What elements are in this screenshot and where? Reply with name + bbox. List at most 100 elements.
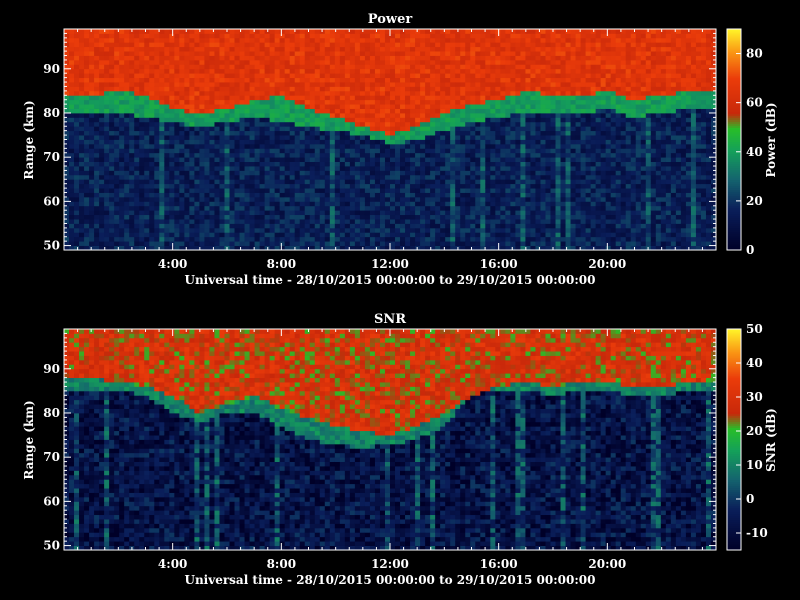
heatmap-cell — [430, 112, 436, 118]
heatmap-cell — [344, 223, 351, 229]
heatmap-cell — [259, 77, 266, 83]
heatmap-cell — [339, 205, 346, 211]
heatmap-cell — [244, 29, 250, 34]
heatmap-cell — [480, 148, 486, 154]
heatmap-cell — [99, 59, 105, 65]
heatmap-cell — [520, 64, 526, 70]
heatmap-cell — [149, 95, 155, 101]
heatmap-cell — [525, 214, 531, 220]
heatmap-cell — [249, 46, 255, 52]
heatmap-cell — [74, 42, 80, 48]
heatmap-cell — [84, 205, 90, 211]
heatmap-cell — [545, 82, 551, 87]
heatmap-cell — [390, 161, 396, 167]
heatmap-cell — [89, 241, 95, 246]
heatmap-cell — [400, 183, 406, 189]
heatmap-cell — [239, 108, 245, 114]
heatmap-cell — [384, 59, 391, 65]
heatmap-cell — [219, 179, 225, 185]
heatmap-cell — [194, 135, 200, 140]
heatmap-cell — [119, 95, 125, 101]
heatmap-cell — [374, 82, 381, 87]
heatmap-cell — [279, 130, 286, 136]
heatmap-cell — [555, 157, 561, 162]
heatmap-cell — [199, 210, 205, 216]
heatmap-cell — [465, 205, 471, 211]
heatmap-cell — [239, 179, 245, 185]
heatmap-cell — [164, 37, 170, 43]
heatmap-cell — [299, 64, 306, 70]
heatmap-cell — [329, 121, 336, 127]
heatmap-cell — [485, 82, 491, 87]
heatmap-cell — [109, 121, 115, 127]
heatmap-cell — [359, 108, 366, 114]
heatmap-cell — [475, 37, 481, 43]
heatmap-cell — [535, 196, 541, 202]
heatmap-cell — [134, 166, 140, 171]
heatmap-cell — [219, 170, 225, 176]
heatmap-cell — [480, 51, 486, 56]
heatmap-cell — [299, 143, 306, 149]
heatmap-cell — [405, 29, 411, 34]
heatmap-cell — [410, 227, 416, 233]
heatmap-cell — [194, 188, 200, 193]
heatmap-cell — [430, 201, 436, 207]
heatmap-cell — [94, 152, 100, 158]
heatmap-cell — [179, 108, 185, 114]
heatmap-cell — [490, 205, 496, 211]
heatmap-cell — [284, 82, 291, 87]
heatmap-cell — [94, 117, 100, 123]
heatmap-cell — [540, 68, 546, 74]
heatmap-cell — [329, 201, 336, 207]
heatmap-cell — [395, 117, 401, 123]
heatmap-cell — [510, 143, 516, 149]
heatmap-cell — [384, 166, 391, 171]
heatmap-cell — [395, 214, 401, 220]
heatmap-cell — [284, 86, 291, 92]
heatmap-cell — [169, 42, 175, 48]
heatmap-cell — [440, 135, 446, 140]
heatmap-cell — [329, 236, 336, 242]
heatmap-cell — [144, 183, 150, 189]
heatmap-cell — [314, 112, 321, 118]
heatmap-cell — [144, 232, 150, 238]
heatmap-cell — [560, 77, 566, 83]
heatmap-cell — [109, 205, 115, 211]
heatmap-cell — [530, 157, 536, 162]
heatmap-cell — [289, 179, 296, 185]
heatmap-cell — [234, 130, 240, 136]
heatmap-cell — [234, 183, 240, 189]
heatmap-cell — [405, 104, 411, 109]
heatmap-cell — [99, 170, 105, 176]
heatmap-cell — [149, 236, 155, 242]
heatmap-cell — [114, 214, 120, 220]
heatmap-cell — [194, 232, 200, 238]
heatmap-cell — [344, 90, 351, 96]
heatmap-cell — [239, 42, 245, 48]
heatmap-cell — [139, 33, 145, 39]
heatmap-cell — [465, 46, 471, 52]
heatmap-cell — [144, 95, 150, 101]
heatmap-cell — [144, 139, 150, 145]
heatmap-cell — [299, 130, 306, 136]
heatmap-cell — [314, 108, 321, 114]
heatmap-cell — [319, 59, 326, 65]
heatmap-cell — [144, 241, 150, 246]
heatmap-cell — [89, 112, 95, 118]
heatmap-cell — [480, 82, 486, 87]
heatmap-cell — [364, 192, 371, 198]
heatmap-cell — [74, 179, 80, 185]
heatmap-cell — [420, 174, 426, 180]
heatmap-cell — [309, 201, 316, 207]
heatmap-cell — [89, 179, 95, 185]
heatmap-cell — [505, 227, 511, 233]
heatmap-cell — [124, 232, 130, 238]
heatmap-cell — [294, 104, 301, 109]
heatmap-cell — [169, 68, 175, 74]
heatmap-cell — [485, 99, 491, 105]
heatmap-cell — [344, 33, 351, 39]
heatmap-cell — [239, 201, 245, 207]
heatmap-cell — [104, 236, 110, 242]
heatmap-cell — [379, 73, 386, 79]
heatmap-cell — [94, 86, 100, 92]
